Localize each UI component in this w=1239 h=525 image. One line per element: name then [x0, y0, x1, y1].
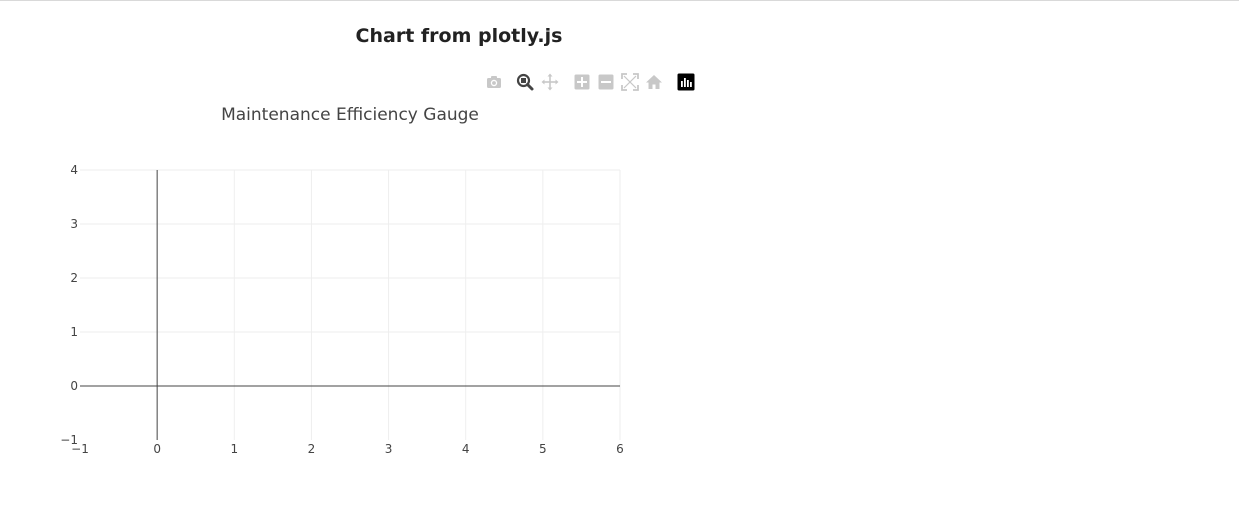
- y-tick-label: 0: [70, 379, 78, 393]
- x-axis-ticks: −1 0 1 2 3 4 5 6: [71, 442, 624, 456]
- x-tick-label: 3: [385, 442, 393, 456]
- x-tick-label: 6: [616, 442, 624, 456]
- y-tick-label: 3: [70, 217, 78, 231]
- chart-area: Maintenance Efficiency Gauge −1 0 1 2 3 4 5 6 −…: [60, 105, 624, 456]
- y-tick-label: −1: [60, 433, 78, 447]
- y-tick-label: 2: [70, 271, 78, 285]
- x-tick-label: 5: [539, 442, 547, 456]
- chart-title: Maintenance Efficiency Gauge: [221, 105, 479, 125]
- y-tick-label: 4: [70, 163, 78, 177]
- y-tick-label: 1: [70, 325, 78, 339]
- x-tick-label: 0: [153, 442, 161, 456]
- x-tick-label: 2: [308, 442, 316, 456]
- x-tick-label: 4: [462, 442, 470, 456]
- y-axis-ticks: −1 0 1 2 3 4: [60, 163, 78, 447]
- grid-lines: [80, 169, 621, 440]
- x-tick-label: 1: [230, 442, 238, 456]
- zero-lines: [80, 170, 620, 440]
